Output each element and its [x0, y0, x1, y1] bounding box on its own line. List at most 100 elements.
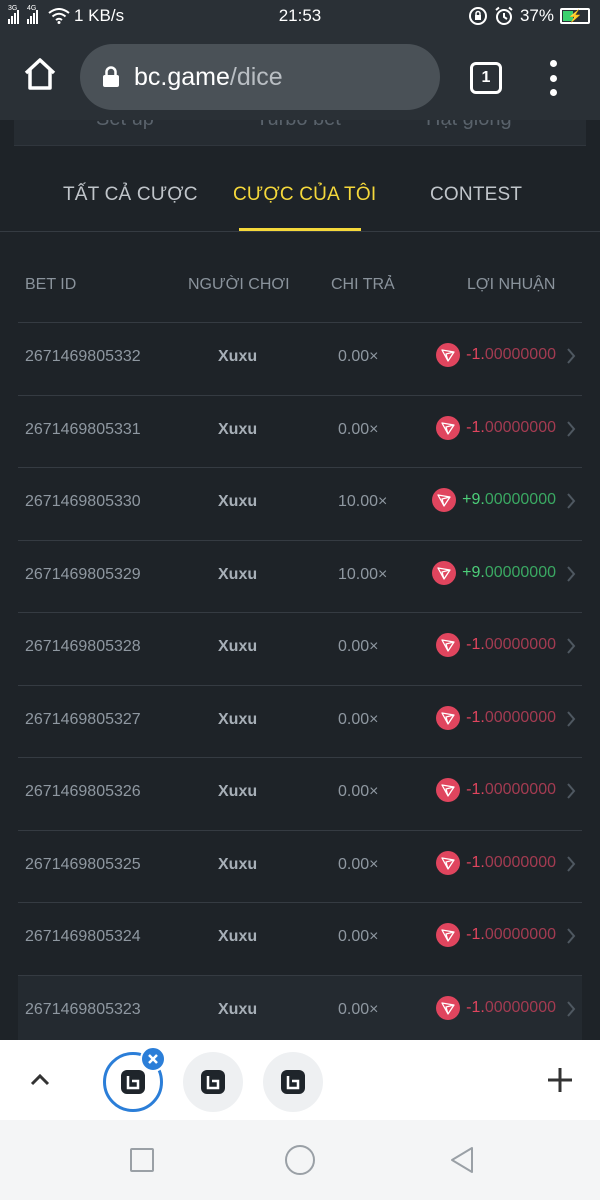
recents-icon[interactable]: [130, 1148, 154, 1172]
bet-id-cell: 2671469805324: [25, 928, 141, 945]
battery-icon: ⚡: [560, 8, 590, 24]
table-row[interactable]: 2671469805329 Xuxu 10.00× +9.00000000: [18, 539, 582, 612]
player-cell: Xuxu: [218, 855, 258, 873]
chevron-right-icon[interactable]: [566, 710, 576, 728]
bets-tabs: TẤT CẢ CƯỢC CƯỢC CỦA TÔI CONTEST: [0, 160, 600, 232]
tron-icon: [436, 343, 461, 367]
header-profit: LỢI NHUẬN: [467, 276, 556, 293]
player-cell: Xuxu: [218, 783, 258, 800]
bet-id-cell: 2671469805325: [25, 855, 141, 873]
player-cell: Xuxu: [218, 928, 258, 945]
more-menu-icon[interactable]: [540, 56, 566, 100]
battery-level: 37%: [519, 6, 554, 25]
table-row[interactable]: 2671469805327 Xuxu 0.00× -1.00000000: [18, 684, 582, 757]
player-cell: Xuxu: [218, 638, 258, 655]
tab-my-bets[interactable]: CƯỢC CỦA TÔI: [233, 184, 376, 206]
tab-thumbnail[interactable]: [183, 1052, 243, 1112]
chevron-right-icon[interactable]: [566, 855, 576, 873]
home-icon[interactable]: [22, 56, 58, 92]
header-bet-id: BET ID: [25, 276, 77, 293]
payout-cell: 0.00×: [338, 710, 379, 728]
table-row[interactable]: 2671469805331 Xuxu 0.00× -1.00000000: [18, 394, 582, 467]
chevron-right-icon[interactable]: [566, 565, 576, 583]
tab-all-bets[interactable]: TẤT CẢ CƯỢC: [63, 184, 198, 206]
table-header: BET ID NGƯỜI CHƠI CHI TRẢ LỢI NHUẬN: [0, 232, 600, 322]
profit-cell: +9.00000000: [432, 488, 556, 512]
chevron-up-icon[interactable]: [28, 1068, 52, 1092]
bet-id-cell: 2671469805329: [25, 565, 141, 583]
profit-cell: -1.00000000: [436, 923, 556, 947]
bet-id-cell: 2671469805331: [25, 420, 141, 438]
tron-icon: [436, 778, 461, 802]
url-text: bc.game/dice: [134, 62, 283, 91]
tab-switcher-button[interactable]: 1: [470, 62, 502, 94]
table-row[interactable]: 2671469805325 Xuxu 0.00× -1.00000000: [18, 829, 582, 902]
payout-cell: 0.00×: [338, 348, 379, 365]
table-row[interactable]: 2671469805326 Xuxu 0.00× -1.00000000: [18, 757, 582, 829]
profit-value: -1.00000000: [466, 781, 556, 798]
payout-cell: 0.00×: [338, 1000, 379, 1018]
bet-id-cell: 2671469805332: [25, 348, 141, 365]
chevron-right-icon[interactable]: [566, 782, 576, 800]
browser-toolbar: bc.game/dice 1: [0, 34, 600, 120]
table-row[interactable]: 2671469805323 Xuxu 0.00× -1.00000000: [18, 974, 582, 1047]
subtab-turbo[interactable]: Turbo bet: [256, 120, 341, 131]
table-row[interactable]: 2671469805328 Xuxu 0.00× -1.00000000: [18, 612, 582, 684]
bet-id-cell: 2671469805327: [25, 710, 141, 728]
tron-icon: [436, 923, 461, 947]
address-bar[interactable]: bc.game/dice: [80, 44, 440, 110]
tab-contest[interactable]: CONTEST: [430, 184, 522, 206]
profit-value: -1.00000000: [466, 346, 556, 363]
chevron-right-icon[interactable]: [566, 420, 576, 438]
table-row[interactable]: 2671469805324 Xuxu 0.00× -1.00000000: [18, 902, 582, 974]
profit-value: -1.00000000: [466, 418, 556, 436]
header-payout: CHI TRẢ: [331, 276, 395, 293]
bcgame-logo-icon: [281, 1070, 305, 1094]
chevron-right-icon[interactable]: [566, 927, 576, 945]
table-row[interactable]: 2671469805332 Xuxu 0.00× -1.00000000: [18, 322, 582, 394]
status-bar: 3G 4G 1 KB/s 21:53 37% ⚡: [0, 0, 600, 34]
payout-cell: 0.00×: [338, 855, 379, 873]
chevron-right-icon[interactable]: [566, 347, 576, 365]
rotation-lock-icon: [468, 7, 487, 25]
active-tab-indicator: [239, 228, 361, 231]
bcgame-logo-icon: [121, 1070, 145, 1094]
bcgame-logo-icon: [201, 1070, 225, 1094]
navigation-bar: [0, 1120, 600, 1200]
profit-value: -1.00000000: [466, 636, 556, 653]
chevron-right-icon[interactable]: [566, 492, 576, 510]
payout-cell: 10.00×: [338, 565, 388, 583]
tron-icon: [432, 560, 457, 585]
profit-value: -1.00000000: [466, 926, 556, 943]
payout-cell: 10.00×: [338, 493, 388, 510]
profit-cell: -1.00000000: [436, 633, 556, 657]
payout-cell: 0.00×: [338, 420, 379, 438]
status-right: 37% ⚡: [468, 6, 590, 26]
tron-icon: [436, 705, 461, 730]
tab-strip: [0, 1040, 600, 1120]
chevron-right-icon[interactable]: [566, 1000, 576, 1018]
tron-icon: [436, 995, 461, 1020]
new-tab-icon[interactable]: [546, 1066, 574, 1094]
profit-value: +9.00000000: [462, 563, 556, 581]
subtab-seed[interactable]: Hạt giống: [426, 120, 512, 131]
close-tab-icon[interactable]: [140, 1046, 166, 1072]
tron-icon: [432, 488, 457, 512]
profit-cell: -1.00000000: [436, 415, 556, 440]
profit-cell: -1.00000000: [436, 343, 556, 367]
player-cell: Xuxu: [218, 1000, 258, 1018]
profit-cell: -1.00000000: [436, 995, 556, 1020]
payout-cell: 0.00×: [338, 783, 379, 800]
chevron-right-icon[interactable]: [566, 637, 576, 655]
back-icon[interactable]: [448, 1145, 476, 1175]
profit-value: -1.00000000: [466, 853, 556, 871]
header-player: NGƯỜI CHƠI: [188, 276, 290, 293]
bet-id-cell: 2671469805323: [25, 1000, 141, 1018]
lock-icon: [103, 66, 119, 87]
home-nav-icon[interactable]: [285, 1145, 315, 1175]
bet-id-cell: 2671469805326: [25, 783, 141, 800]
tab-thumbnail[interactable]: [263, 1052, 323, 1112]
subtab-setup[interactable]: Set up: [96, 120, 154, 131]
table-row[interactable]: 2671469805330 Xuxu 10.00× +9.00000000: [18, 467, 582, 539]
player-cell: Xuxu: [218, 493, 258, 510]
